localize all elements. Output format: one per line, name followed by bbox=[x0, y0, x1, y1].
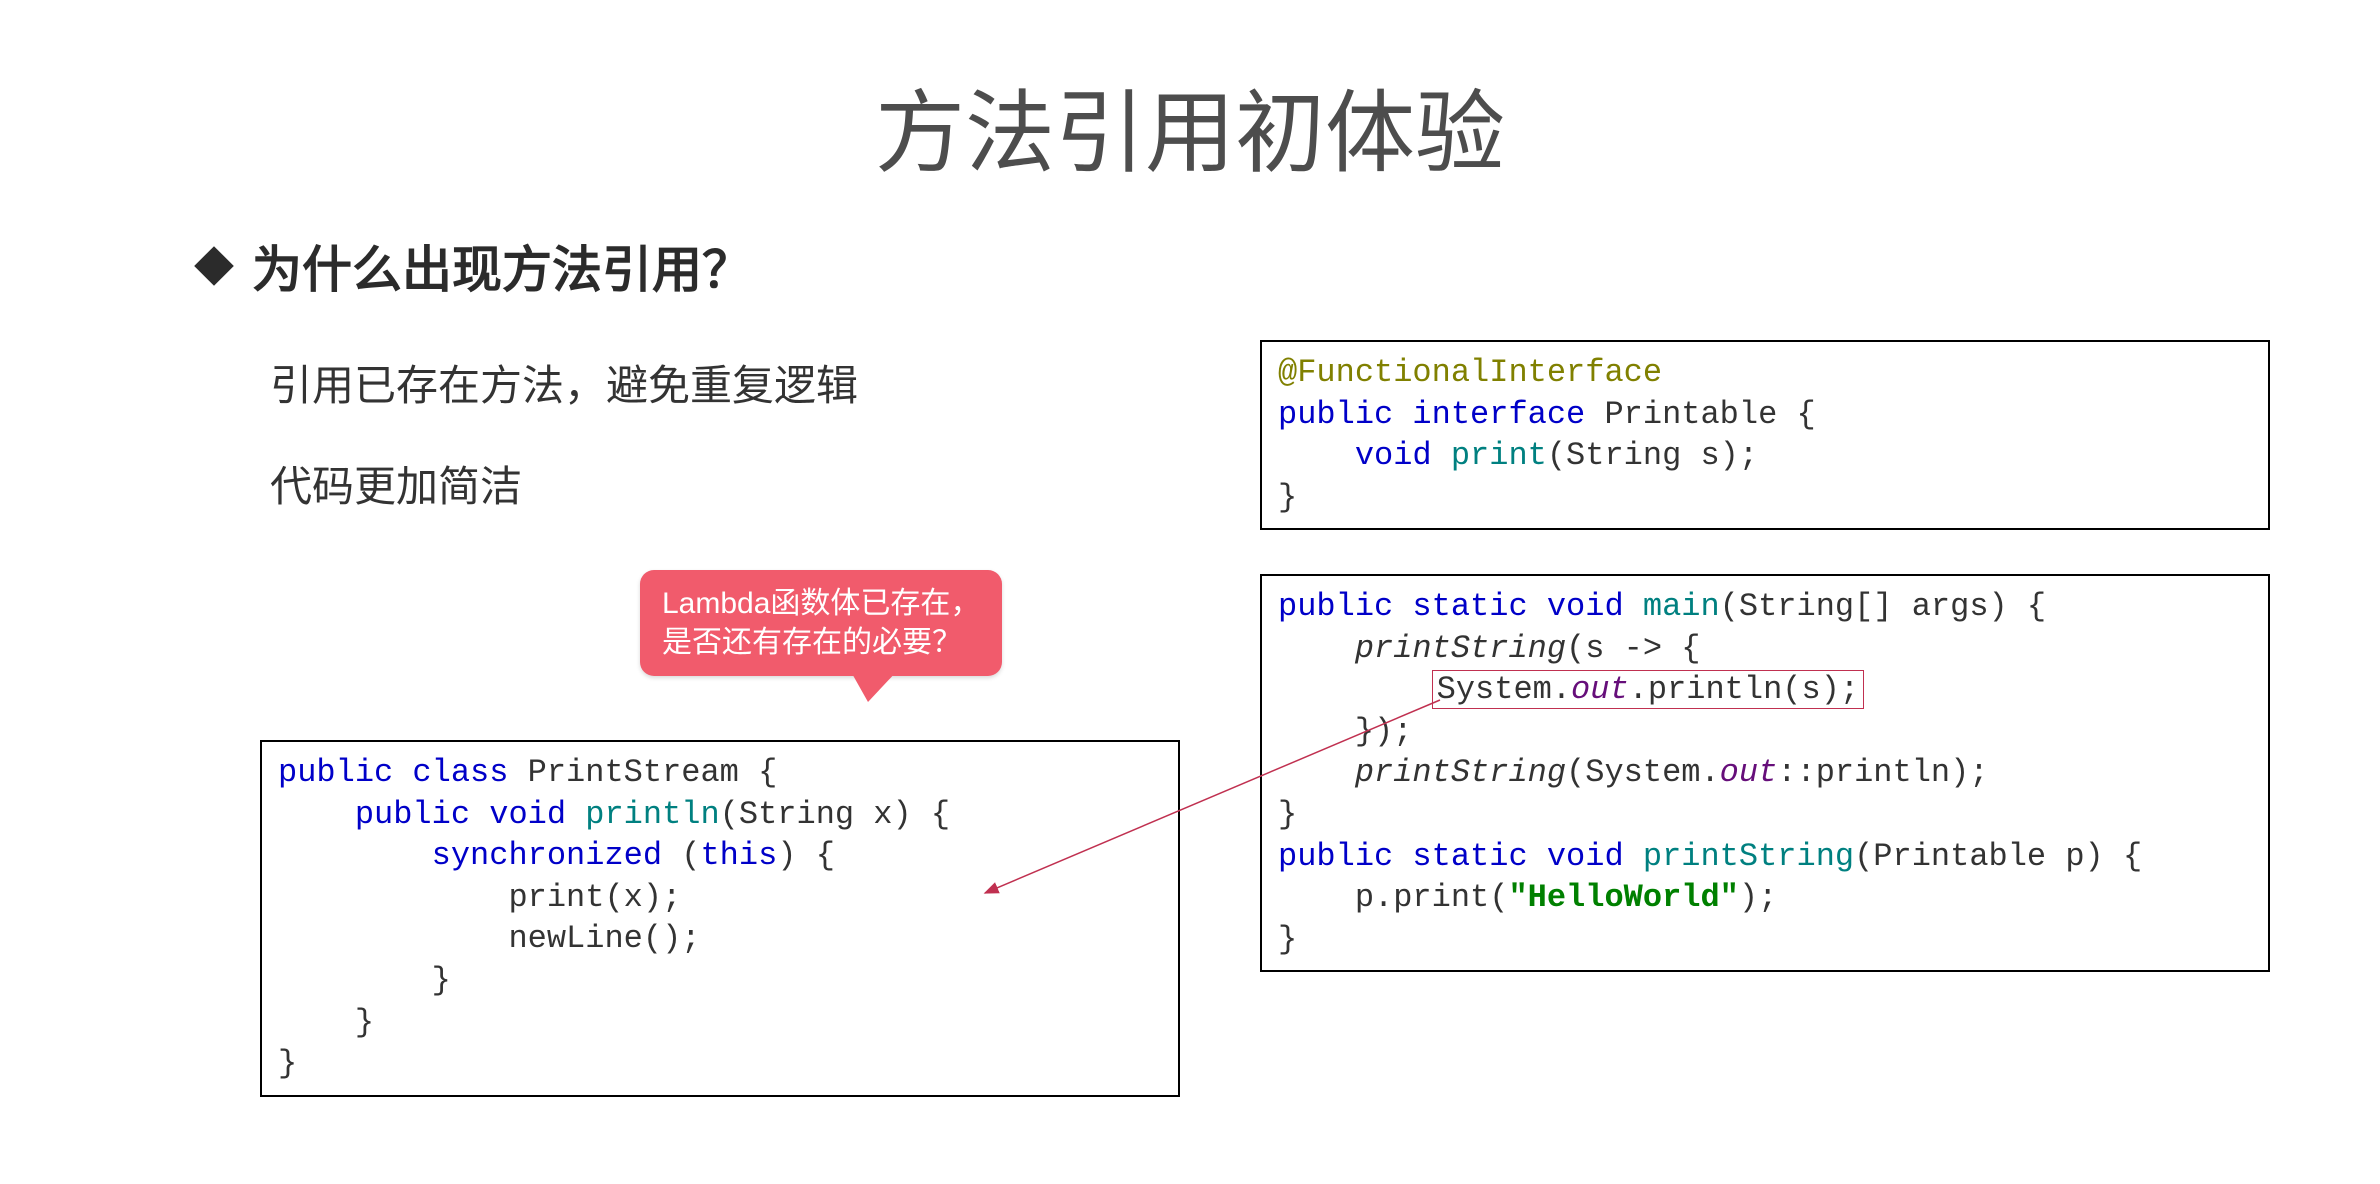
code-line: newLine(); bbox=[278, 920, 700, 957]
code-line: ); bbox=[1739, 879, 1777, 916]
method-print: print bbox=[1451, 437, 1547, 474]
annotation: @FunctionalInterface bbox=[1278, 354, 1662, 391]
slide: 方法引用初体验 为什么出现方法引用？ 引用已存在方法，避免重复逻辑 代码更加简洁… bbox=[0, 0, 2380, 1184]
highlighted-expression: System.out.println(s); bbox=[1432, 670, 1864, 709]
code-line: }); bbox=[1278, 713, 1412, 750]
kw-static: static bbox=[1412, 838, 1527, 875]
paren-open: ( bbox=[681, 837, 700, 874]
callout-bubble: Lambda函数体已存在， 是否还有存在的必要？ bbox=[640, 570, 1002, 676]
kw-static: static bbox=[1412, 588, 1527, 625]
kw-interface: interface bbox=[1412, 396, 1585, 433]
method-printstring: printString bbox=[1643, 838, 1854, 875]
code-box-printstream: public class PrintStream { public void p… bbox=[260, 740, 1180, 1097]
kw-void: void bbox=[1547, 588, 1624, 625]
method-main: main bbox=[1643, 588, 1720, 625]
kw-public: public bbox=[355, 796, 470, 833]
paren-close: ) { bbox=[777, 837, 835, 874]
interface-name: Printable { bbox=[1604, 396, 1815, 433]
method-params: (String[] args) { bbox=[1720, 588, 2046, 625]
kw-this: this bbox=[700, 837, 777, 874]
method-params: (String x) { bbox=[720, 796, 950, 833]
call-printstring: printString bbox=[1355, 754, 1566, 791]
out-field: out bbox=[1571, 671, 1629, 708]
slide-title: 方法引用初体验 bbox=[100, 60, 2280, 190]
kw-synchronized: synchronized bbox=[432, 837, 662, 874]
kw-class: class bbox=[412, 754, 508, 791]
kw-public: public bbox=[278, 754, 393, 791]
code-line: } bbox=[278, 962, 451, 999]
class-name: PrintStream { bbox=[528, 754, 778, 791]
method-params: (Printable p) { bbox=[1854, 838, 2142, 875]
code-line: print(x); bbox=[278, 879, 681, 916]
heading-row: 为什么出现方法引用？ bbox=[200, 230, 2280, 302]
sys: (System. bbox=[1566, 754, 1720, 791]
callout-line-1: Lambda函数体已存在， bbox=[662, 584, 980, 623]
kw-public: public bbox=[1278, 838, 1393, 875]
kw-public: public bbox=[1278, 588, 1393, 625]
call-printstring: printString bbox=[1355, 630, 1566, 667]
code-box-main: public static void main(String[] args) {… bbox=[1260, 574, 2270, 972]
method-println: println bbox=[585, 796, 719, 833]
string-literal: "HelloWorld" bbox=[1508, 879, 1738, 916]
code-line: p.print( bbox=[1278, 879, 1508, 916]
heading-text: 为什么出现方法引用？ bbox=[252, 230, 752, 302]
sys: System. bbox=[1437, 671, 1571, 708]
method-params: (String s); bbox=[1547, 437, 1758, 474]
kw-void: void bbox=[1547, 838, 1624, 875]
kw-public: public bbox=[1278, 396, 1393, 433]
method-ref: ::println); bbox=[1777, 754, 1988, 791]
kw-void: void bbox=[1355, 437, 1432, 474]
code-line: } bbox=[1278, 479, 1297, 516]
code-line: } bbox=[1278, 796, 1297, 833]
code-box-interface: @FunctionalInterface public interface Pr… bbox=[1260, 340, 2270, 530]
code-line: } bbox=[278, 1045, 297, 1082]
code-line: } bbox=[278, 1004, 374, 1041]
kw-void: void bbox=[489, 796, 566, 833]
code-line: } bbox=[1278, 921, 1297, 958]
lambda-arrow: (s -> { bbox=[1566, 630, 1700, 667]
diamond-icon bbox=[194, 246, 234, 286]
println-call: .println(s); bbox=[1629, 671, 1859, 708]
callout-line-2: 是否还有存在的必要？ bbox=[662, 623, 980, 662]
out-field: out bbox=[1720, 754, 1778, 791]
